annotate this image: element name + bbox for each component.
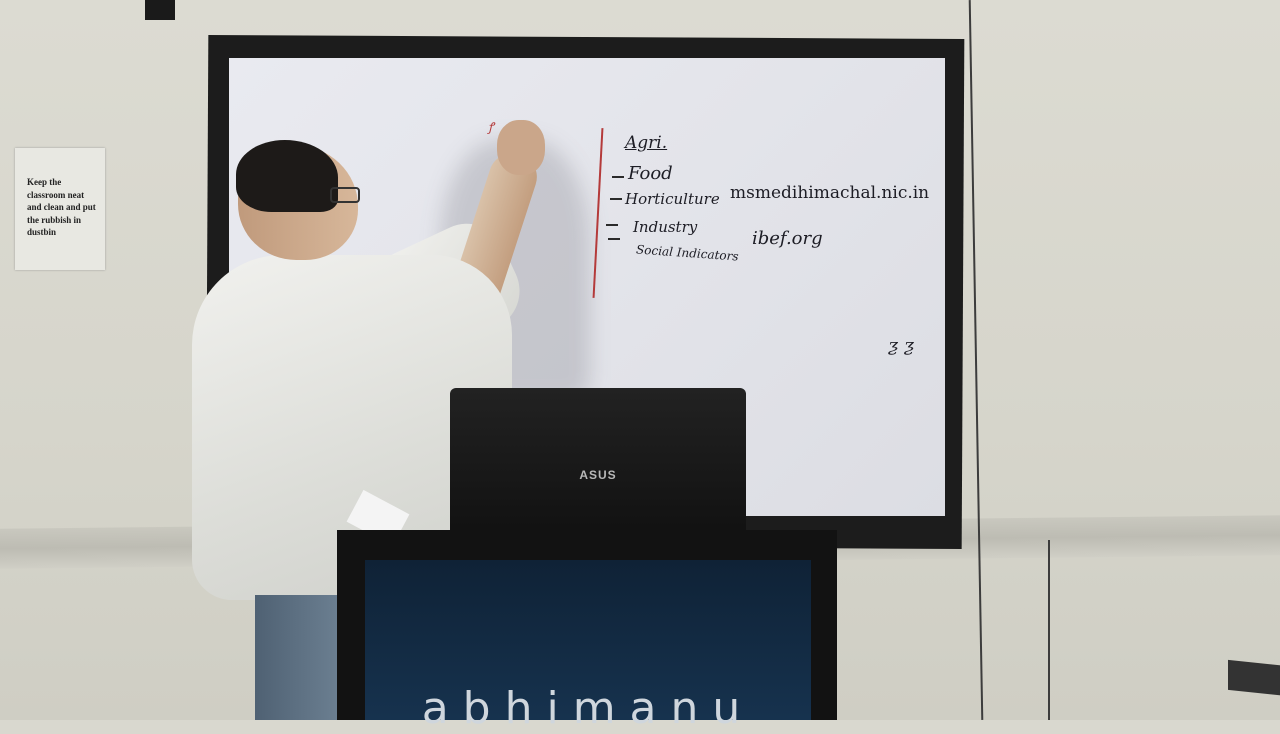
notice-text: Keep the classroom neat and clean and pu… [27, 177, 96, 237]
wall-fixture [145, 0, 175, 20]
bullet-dash [612, 176, 624, 178]
person-hand [497, 120, 545, 175]
glasses-icon [330, 187, 360, 203]
wall-cable [1048, 540, 1050, 720]
laptop: ASUS [450, 388, 746, 538]
bullet-dash [606, 224, 618, 226]
person-jeans [255, 595, 345, 720]
person-hair [236, 140, 338, 212]
laptop-brand: ASUS [579, 468, 617, 482]
board-doodle: ƺ ƺ [888, 335, 915, 356]
bullet-dash [610, 198, 622, 200]
red-marker-scribble: ꝭ [488, 120, 494, 134]
board-item-industry: Industry [633, 218, 698, 236]
board-url-ibef: ibef.org [752, 228, 823, 249]
classroom-notice: Keep the classroom neat and clean and pu… [15, 148, 105, 270]
board-url-msme: msmedihimachal.nic.in [730, 183, 930, 203]
board-heading: Agri. [625, 133, 668, 153]
board-item-food: Food [628, 163, 673, 184]
podium-label: abhimanu [421, 683, 755, 734]
bullet-dash [608, 238, 620, 240]
desk-edge [1228, 659, 1280, 697]
board-item-horticulture: Horticulture [625, 190, 720, 208]
